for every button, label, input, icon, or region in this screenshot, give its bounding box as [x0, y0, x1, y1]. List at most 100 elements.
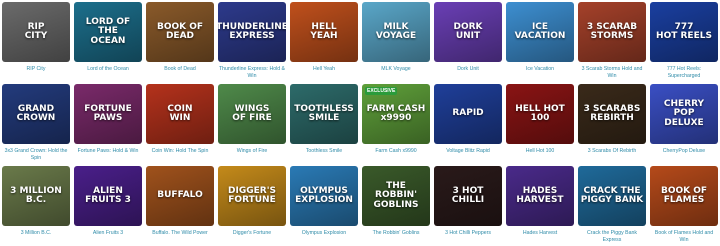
game-thumbnail[interactable]: BUFFALO: [146, 166, 214, 226]
game-title-link[interactable]: Digger's Fortune: [218, 230, 286, 237]
game-title-link[interactable]: Alien Fruits 3: [74, 230, 142, 237]
game-thumbnail[interactable]: RIP CITY: [2, 2, 70, 62]
game-thumbnail[interactable]: GRAND CROWN: [2, 84, 70, 144]
game-logo: DORK UNIT: [453, 21, 483, 41]
game-thumbnail[interactable]: DIGGER'S FORTUNE: [218, 166, 286, 226]
game-tile[interactable]: EXCLUSIVE FARM CASH x9990 Farm Cash x9990: [362, 84, 430, 155]
game-grid: RIP CITY RIP City LORD OF THE OCEAN Lord of t…: [0, 0, 720, 246]
game-tile[interactable]: MILK VOYAGE MLK Voyage: [362, 2, 430, 73]
game-thumbnail[interactable]: CRACK THE PIGGY BANK: [578, 166, 646, 226]
game-title-link[interactable]: Buffalo. The Wild Power: [146, 230, 214, 237]
game-title-link[interactable]: 3 Scarabs Of Rebirth: [578, 148, 646, 155]
game-title-link[interactable]: The Robbin' Goblins: [362, 230, 430, 237]
game-title-link[interactable]: Hell Hot 100: [506, 148, 574, 155]
game-thumbnail[interactable]: HELL YEAH: [290, 2, 358, 62]
game-thumbnail[interactable]: MILK VOYAGE: [362, 2, 430, 62]
game-title-link[interactable]: 3 Scarab Storms Hold and Win: [578, 66, 646, 80]
game-logo: HADES HARVEST: [516, 185, 564, 205]
game-tile[interactable]: WINGS OF FIRE Wings of Fire: [218, 84, 286, 155]
game-thumbnail[interactable]: HADES HARVEST: [506, 166, 574, 226]
game-thumbnail[interactable]: 3 HOT CHILLI: [434, 166, 502, 226]
game-thumbnail[interactable]: 3 SCARAB STORMS: [578, 2, 646, 62]
game-tile[interactable]: FORTUNE PAWS Fortune Paws: Hold & Win: [74, 84, 142, 155]
game-title-link[interactable]: Coin Win: Hold The Spin: [146, 148, 214, 155]
game-tile[interactable]: BUFFALO Buffalo. The Wild Power: [146, 166, 214, 237]
game-logo: ALIEN FRUITS 3: [85, 185, 131, 205]
game-title-link[interactable]: 3x3 Grand Crown: Hold the Spin: [2, 148, 70, 162]
game-tile[interactable]: DIGGER'S FORTUNE Digger's Fortune: [218, 166, 286, 237]
game-thumbnail[interactable]: THE ROBBIN' GOBLINS: [362, 166, 430, 226]
game-thumbnail[interactable]: FORTUNE PAWS: [74, 84, 142, 144]
game-title-link[interactable]: Lord of the Ocean: [74, 66, 142, 73]
game-thumbnail[interactable]: WINGS OF FIRE: [218, 84, 286, 144]
game-thumbnail[interactable]: HELL HOT 100: [506, 84, 574, 144]
game-tile[interactable]: BOOK OF DEAD Book of Dead: [146, 2, 214, 73]
game-title-link[interactable]: Farm Cash x9990: [362, 148, 430, 155]
game-tile[interactable]: 3 SCARABS REBIRTH 3 Scarabs Of Rebirth: [578, 84, 646, 155]
game-logo: GRAND CROWN: [16, 103, 56, 123]
game-logo: FARM CASH x9990: [366, 103, 426, 123]
game-thumbnail[interactable]: RAPID: [434, 84, 502, 144]
game-thumbnail[interactable]: 3 SCARABS REBIRTH: [578, 84, 646, 144]
game-tile[interactable]: HADES HARVEST Hades Harvest: [506, 166, 574, 237]
game-thumbnail[interactable]: LORD OF THE OCEAN: [74, 2, 142, 62]
game-title-link[interactable]: Book of Flames Hold and Win: [650, 230, 718, 244]
game-tile[interactable]: ALIEN FRUITS 3 Alien Fruits 3: [74, 166, 142, 237]
game-tile[interactable]: BOOK OF FLAMES Book of Flames Hold and Win: [650, 166, 718, 244]
game-tile[interactable]: GRAND CROWN 3x3 Grand Crown: Hold the Spin: [2, 84, 70, 162]
game-thumbnail[interactable]: TOOTHLESS SMILE: [290, 84, 358, 144]
game-title-link[interactable]: Wings of Fire: [218, 148, 286, 155]
game-title-link[interactable]: 3 Hot Chilli Peppers: [434, 230, 502, 237]
game-title-link[interactable]: Fortune Paws: Hold & Win: [74, 148, 142, 155]
game-thumbnail[interactable]: BOOK OF FLAMES: [650, 166, 718, 226]
game-tile[interactable]: TOOTHLESS SMILE Toothless Smile: [290, 84, 358, 155]
game-tile[interactable]: OLYMPUS EXPLOSION Olympus Explosion: [290, 166, 358, 237]
game-thumbnail[interactable]: 3 MILLION B.C.: [2, 166, 70, 226]
game-thumbnail[interactable]: CHERRY POP DELUXE: [650, 84, 718, 144]
game-thumbnail[interactable]: THUNDERLINE EXPRESS: [218, 2, 286, 62]
game-title-link[interactable]: Crack the Piggy Bank Express: [578, 230, 646, 244]
game-title-link[interactable]: 3 Million B.C.: [2, 230, 70, 237]
game-thumbnail[interactable]: DORK UNIT: [434, 2, 502, 62]
game-tile[interactable]: COIN WIN Coin Win: Hold The Spin: [146, 84, 214, 155]
game-tile[interactable]: THUNDERLINE EXPRESS Thunderline Express: H…: [218, 2, 286, 80]
game-title-link[interactable]: Hell Yeah: [290, 66, 358, 73]
game-logo: THUNDERLINE EXPRESS: [218, 21, 286, 41]
game-thumbnail[interactable]: ICE VACATION: [506, 2, 574, 62]
game-thumbnail[interactable]: 777 HOT REELS: [650, 2, 718, 62]
game-tile[interactable]: ICE VACATION Ice Vacation: [506, 2, 574, 73]
game-title-link[interactable]: Dork Unit: [434, 66, 502, 73]
game-logo: MILK VOYAGE: [375, 21, 417, 41]
game-logo: CHERRY POP DELUXE: [663, 98, 705, 128]
game-tile[interactable]: RAPID Voltage Blitz Rapid: [434, 84, 502, 155]
game-tile[interactable]: 3 MILLION B.C. 3 Million B.C.: [2, 166, 70, 237]
game-tile[interactable]: THE ROBBIN' GOBLINS The Robbin' Goblins: [362, 166, 430, 237]
game-title-link[interactable]: Voltage Blitz Rapid: [434, 148, 502, 155]
game-thumbnail[interactable]: COIN WIN: [146, 84, 214, 144]
game-title-link[interactable]: Book of Dead: [146, 66, 214, 73]
game-logo: ICE VACATION: [514, 21, 566, 41]
game-tile[interactable]: HELL HOT 100 Hell Hot 100: [506, 84, 574, 155]
game-tile[interactable]: 3 HOT CHILLI 3 Hot Chilli Peppers: [434, 166, 502, 237]
game-thumbnail[interactable]: EXCLUSIVE FARM CASH x9990: [362, 84, 430, 144]
game-tile[interactable]: RIP CITY RIP City: [2, 2, 70, 73]
game-title-link[interactable]: Ice Vacation: [506, 66, 574, 73]
game-thumbnail[interactable]: BOOK OF DEAD: [146, 2, 214, 62]
game-title-link[interactable]: Thunderline Express: Hold & Win: [218, 66, 286, 80]
game-tile[interactable]: 777 HOT REELS 777 Hot Reels: Supercharged: [650, 2, 718, 80]
game-title-link[interactable]: Hades Harvest: [506, 230, 574, 237]
game-title-link[interactable]: Toothless Smile: [290, 148, 358, 155]
game-title-link[interactable]: MLK Voyage: [362, 66, 430, 73]
game-title-link[interactable]: Olympus Explosion: [290, 230, 358, 237]
game-tile[interactable]: 3 SCARAB STORMS 3 Scarab Storms Hold and W…: [578, 2, 646, 80]
game-title-link[interactable]: 777 Hot Reels: Supercharged: [650, 66, 718, 80]
game-thumbnail[interactable]: OLYMPUS EXPLOSION: [290, 166, 358, 226]
game-thumbnail[interactable]: ALIEN FRUITS 3: [74, 166, 142, 226]
game-tile[interactable]: LORD OF THE OCEAN Lord of the Ocean: [74, 2, 142, 73]
game-tile[interactable]: DORK UNIT Dork Unit: [434, 2, 502, 73]
game-tile[interactable]: HELL YEAH Hell Yeah: [290, 2, 358, 73]
game-tile[interactable]: CRACK THE PIGGY BANK Crack the Piggy Bank …: [578, 166, 646, 244]
game-title-link[interactable]: RIP City: [2, 66, 70, 73]
game-tile[interactable]: CHERRY POP DELUXE CherryPop Deluxe: [650, 84, 718, 155]
game-title-link[interactable]: CherryPop Deluxe: [650, 148, 718, 155]
